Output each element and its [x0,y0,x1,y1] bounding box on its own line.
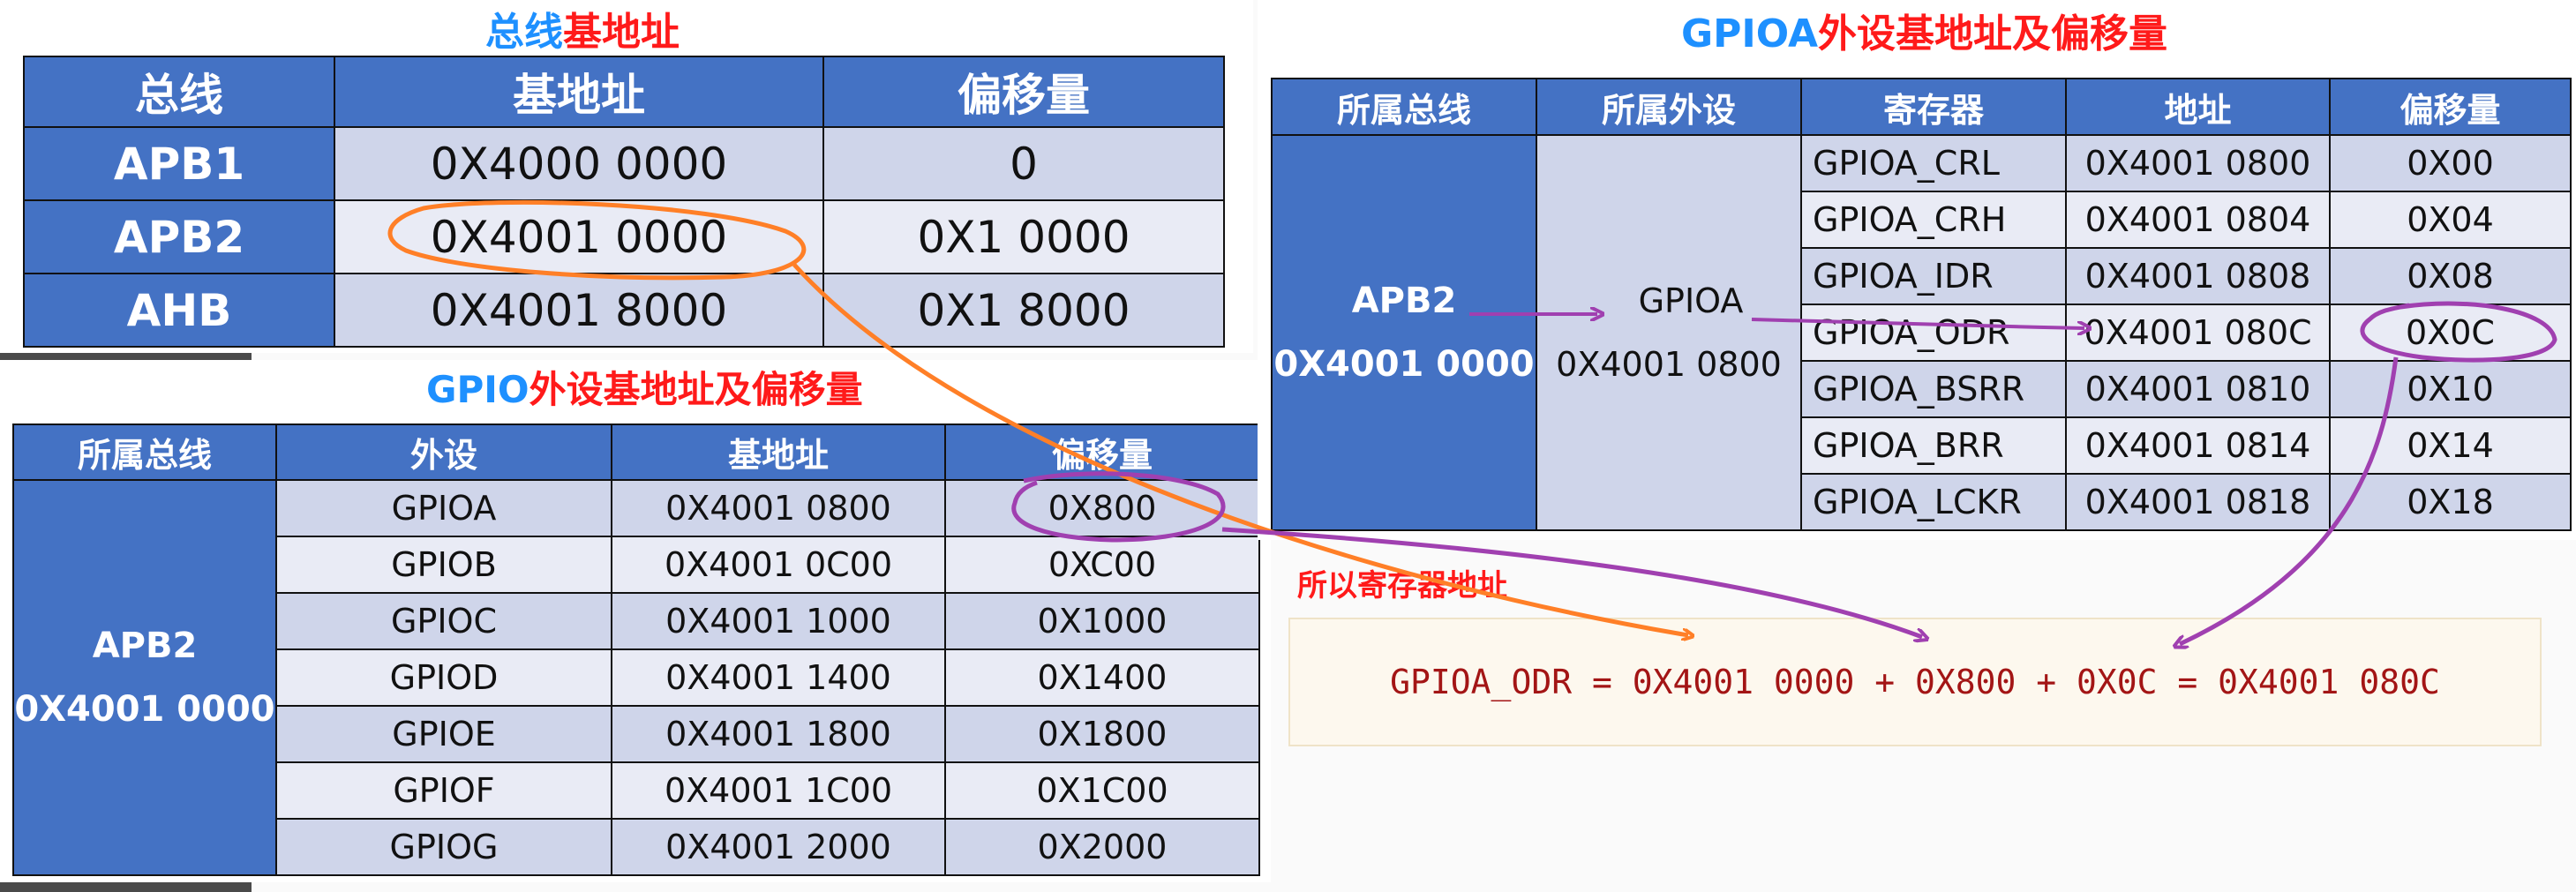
gpioa-row-address: 0X4001 0800 [2065,134,2331,192]
gpioa-row-offset: 0X18 [2329,473,2572,531]
gpio-row-base: 0X4001 1000 [611,592,946,650]
bus-row-offset: 0X1 8000 [822,273,1225,348]
gpio-row-base: 0X4001 0C00 [611,536,946,594]
gpio-row-offset: 0X1400 [944,648,1260,707]
gpioa-bus-addr: 0X4001 0000 [1273,344,1535,385]
gpioa-register-panel: GPIOA外设基地址及偏移量 所属总线 所属外设 寄存器 地址 偏移量 APB2… [1258,0,2576,540]
gpio-row-periph: GPIOA [275,479,612,537]
bus-row-base: 0X4001 0000 [334,199,824,274]
gpioa-row-register: GPIOA_IDR [1800,247,2067,305]
gpioa-header-periph: 所属外设 [1536,78,1802,136]
gpioa-row-offset: 0X14 [2329,416,2572,475]
gpioa-row-address: 0X4001 0818 [2065,473,2331,531]
gpio-row-offset: 0X1000 [944,592,1260,650]
gpioa-row-address: 0X4001 0808 [2065,247,2331,305]
gpio-table: 所属总线 外设 基地址 偏移量 APB2 0X4001 0000 GPIOA 0… [12,424,1260,876]
conclusion-label: 所以寄存器地址 [1297,568,1507,603]
bus-header-offset: 偏移量 [822,56,1225,128]
bus-row-name: APB1 [23,126,335,201]
gpioa-header-offset: 偏移量 [2329,78,2572,136]
gpioa-periph-cell: GPIOA 0X4001 0800 [1536,134,1802,531]
gpio-row-offset: 0X1800 [944,705,1260,763]
gpio-row-offset: 0X1C00 [944,761,1260,820]
gpio-panel-title: GPIO外设基地址及偏移量 [426,360,863,414]
gpio-bus-name: APB2 [92,626,198,666]
conclusion-formula-box: GPIOA_ODR = 0X4001 0000 + 0X800 + 0X0C =… [1288,618,2542,746]
gpioa-row-register: GPIOA_CRL [1800,134,2067,192]
gpioa-row-address: 0X4001 0814 [2065,416,2331,475]
gpio-row-offset: 0X2000 [944,818,1260,876]
gpioa-panel-title-red: 外设基地址及偏移量 [1818,11,2168,56]
gpio-header-base: 基地址 [611,424,946,481]
gpio-row-base: 0X4001 1800 [611,705,946,763]
bus-header-base: 基地址 [334,56,824,128]
gpioa-row-offset: 0X0C [2329,304,2572,362]
gpioa-row-offset: 0X04 [2329,191,2572,249]
bus-panel-title-blue: 总线 [485,10,563,55]
gpioa-header-register: 寄存器 [1800,78,2067,136]
bus-panel-title-red: 基地址 [563,10,680,55]
gpio-panel-title-blue: GPIO [426,368,529,411]
gpioa-bus-cell: APB2 0X4001 0000 [1271,134,1537,531]
gpio-panel-title-red: 外设基地址及偏移量 [529,368,863,411]
gpioa-row-offset: 0X08 [2329,247,2572,305]
gpio-row-periph: GPIOG [275,818,612,876]
bus-row-base: 0X4000 0000 [334,126,824,201]
gpio-bus-cell: APB2 0X4001 0000 [12,479,277,876]
bus-row-offset: 0 [822,126,1225,201]
gpio-row-periph: GPIOC [275,592,612,650]
gpio-base-panel: GPIO外设基地址及偏移量 所属总线 外设 基地址 偏移量 APB2 0X400… [0,360,1271,882]
gpio-row-periph: GPIOF [275,761,612,820]
gpioa-row-address: 0X4001 0810 [2065,360,2331,418]
gpioa-row-offset: 0X10 [2329,360,2572,418]
bus-row-offset: 0X1 0000 [822,199,1225,274]
gpioa-bus-name: APB2 [1351,281,1457,321]
gpioa-row-register: GPIOA_BSRR [1800,360,2067,418]
bus-table: 总线 基地址 偏移量 APB1 0X4000 0000 0 APB2 0X400… [23,56,1225,348]
gpioa-panel-title-blue: GPIOA [1681,11,1819,56]
bus-row-base: 0X4001 8000 [334,273,824,348]
gpioa-panel-title: GPIOA外设基地址及偏移量 [1681,2,2167,58]
gpio-row-offset: 0XC00 [944,536,1260,594]
gpioa-row-register: GPIOA_LCKR [1800,473,2067,531]
gpio-row-base: 0X4001 2000 [611,818,946,876]
gpio-bus-addr: 0X4001 0000 [14,689,275,730]
bus-base-panel: 总线基地址 总线 基地址 偏移量 APB1 0X4000 0000 0 APB2… [0,0,1253,353]
gpio-row-periph: GPIOE [275,705,612,763]
gpio-header-offset: 偏移量 [944,424,1260,481]
gpioa-row-address: 0X4001 0804 [2065,191,2331,249]
bus-row-name: AHB [23,273,335,348]
gpio-row-base: 0X4001 0800 [611,479,946,537]
gpio-row-base: 0X4001 1400 [611,648,946,707]
gpio-header-periph: 外设 [275,424,612,481]
gpioa-row-offset: 0X00 [2329,134,2572,192]
gpio-row-periph: GPIOB [275,536,612,594]
gpioa-row-register: GPIOA_ODR [1800,304,2067,362]
bus-header-bus: 总线 [23,56,335,128]
gpio-row-offset: 0X800 [944,479,1260,537]
gpioa-periph-name: GPIOA [1638,281,1744,320]
bus-panel-title: 总线基地址 [485,0,680,56]
gpio-row-periph: GPIOD [275,648,612,707]
gpioa-row-register: GPIOA_CRH [1800,191,2067,249]
gpioa-row-address: 0X4001 080C [2065,304,2331,362]
gpioa-header-bus: 所属总线 [1271,78,1537,136]
gpioa-periph-addr: 0X4001 0800 [1556,345,1782,384]
bus-row-name: APB2 [23,199,335,274]
gpio-row-base: 0X4001 1C00 [611,761,946,820]
gpioa-table: 所属总线 所属外设 寄存器 地址 偏移量 APB2 0X4001 0000 GP… [1271,78,2572,531]
gpioa-header-address: 地址 [2065,78,2331,136]
gpio-header-bus: 所属总线 [12,424,277,481]
gpioa-row-register: GPIOA_BRR [1800,416,2067,475]
